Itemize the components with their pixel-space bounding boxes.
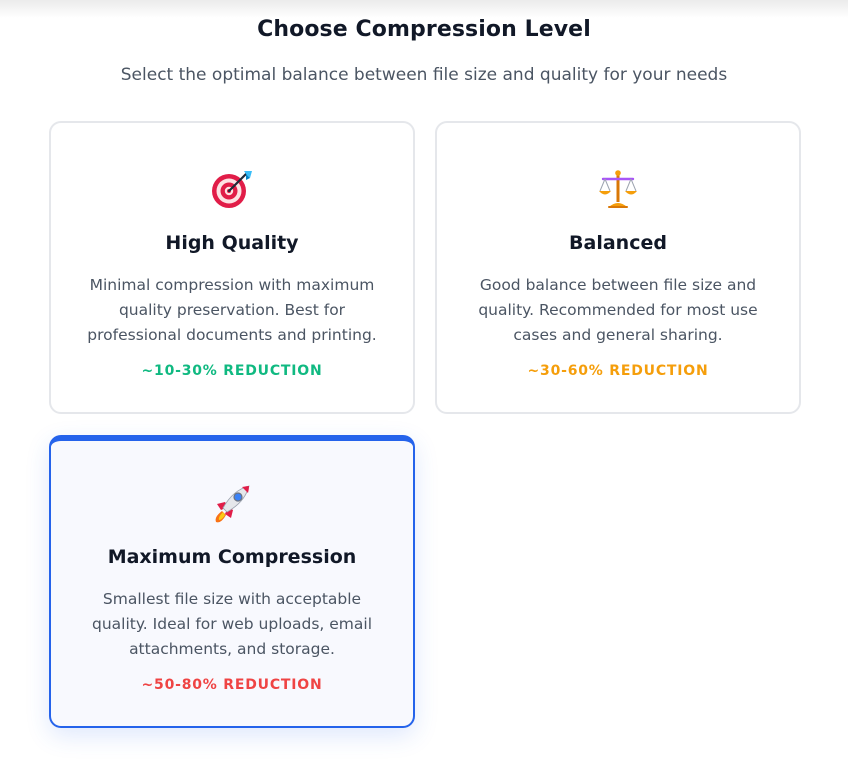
page-title: Choose Compression Level: [257, 17, 591, 42]
reduction-badge: ~30-60% REDUCTION: [527, 363, 709, 379]
option-description: Smallest file size with acceptable quali…: [91, 590, 373, 658]
option-card-balanced[interactable]: Balanced Good balance between file size …: [435, 121, 801, 414]
option-title: Balanced: [569, 232, 667, 254]
target-icon: [51, 169, 413, 209]
option-title: High Quality: [165, 232, 299, 254]
balance-scale-icon: [437, 169, 799, 209]
top-shadow: [0, 0, 848, 18]
rocket-icon: [51, 483, 413, 523]
option-description: Minimal compression with maximum quality…: [87, 276, 377, 344]
reduction-badge: ~10-30% REDUCTION: [141, 363, 323, 379]
compression-level-page: Choose Compression Level Select the opti…: [0, 0, 848, 759]
option-title: Maximum Compression: [107, 546, 357, 568]
option-card-high-quality[interactable]: High Quality Minimal compression with ma…: [49, 121, 415, 414]
page-subtitle: Select the optimal balance between file …: [120, 65, 728, 85]
option-description: Good balance between file size and quali…: [478, 276, 758, 344]
reduction-badge: ~50-80% REDUCTION: [141, 677, 323, 693]
option-card-maximum-compression[interactable]: Maximum Compression Smallest file size w…: [49, 435, 415, 728]
